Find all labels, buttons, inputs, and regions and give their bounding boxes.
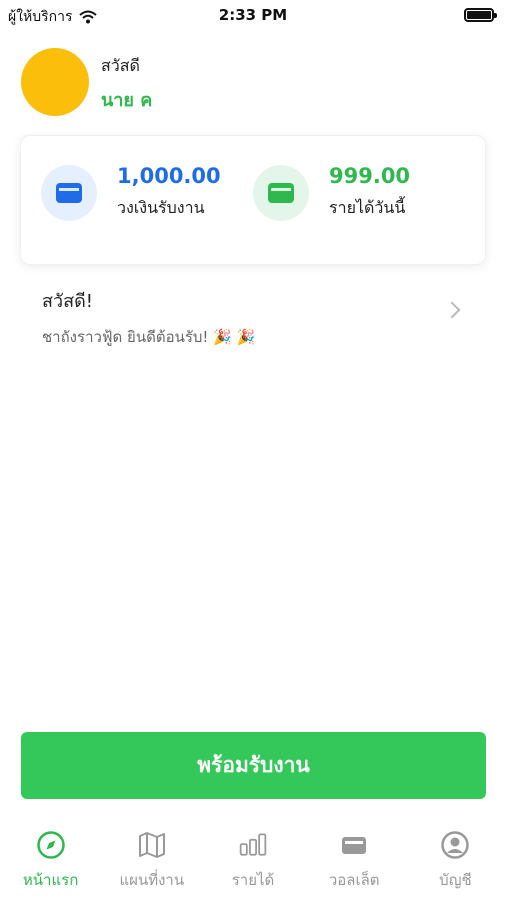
welcome-subtitle: ชาถังราวฟู้ด ยินดีต้อนรับ! 🎉 🎉 [42,328,256,346]
tab-income[interactable]: รายได้ [202,820,303,900]
tab-home-label: หน้าแรก [22,871,79,889]
ready-button[interactable]: พร้อมรับงาน [21,732,486,799]
tab-map-label: แผนที่งาน [119,871,185,889]
income-label: รายได้วันนี้ [329,198,406,217]
credit-label: วงเงินรับงาน [117,198,205,217]
bar-chart-icon [239,833,267,856]
credit-value: 1,000.00 [117,164,221,188]
income-stat[interactable]: 999.00 รายได้วันนี้ [253,164,410,221]
tab-bar: หน้าแรก แผนที่งาน รายได้ วอลเล็ต บัญชี [0,820,506,900]
clock: 2:33 PM [218,6,288,24]
greeting-text: สวัสดี [101,56,140,75]
profile-header: สวัสดี นาย ค [21,48,152,116]
account-icon [441,831,470,859]
welcome-title: สวัสดี! [42,291,93,312]
compass-icon [36,831,65,859]
welcome-banner[interactable]: สวัสดี! ชาถังราวฟู้ด ยินดีต้อนรับ! 🎉 🎉 [42,286,466,346]
map-icon [138,832,165,858]
tab-account-label: บัญชี [439,871,472,889]
tab-map[interactable]: แผนที่งาน [101,820,202,900]
income-icon-circle [253,164,309,221]
tab-income-label: รายได้ [231,871,275,889]
credit-icon-circle [41,164,97,221]
wallet-icon [268,182,294,203]
battery-icon [464,8,497,22]
tab-wallet-label: วอลเล็ต [328,871,380,889]
credit-stat[interactable]: 1,000.00 วงเงินรับงาน [41,164,221,221]
user-name: นาย ค [101,90,153,111]
avatar[interactable] [21,48,89,116]
wallet-icon [342,837,367,854]
income-value: 999.00 [329,164,411,188]
stats-card: 1,000.00 วงเงินรับงาน 999.00 รายได้วันนี… [20,135,486,265]
tab-account[interactable]: บัญชี [405,820,506,900]
tab-wallet[interactable]: วอลเล็ต [304,820,405,900]
tab-home[interactable]: หน้าแรก [0,820,101,900]
wallet-icon [56,182,82,203]
status-bar: ผู้ให้บริการ 2:33 PM [0,0,506,30]
